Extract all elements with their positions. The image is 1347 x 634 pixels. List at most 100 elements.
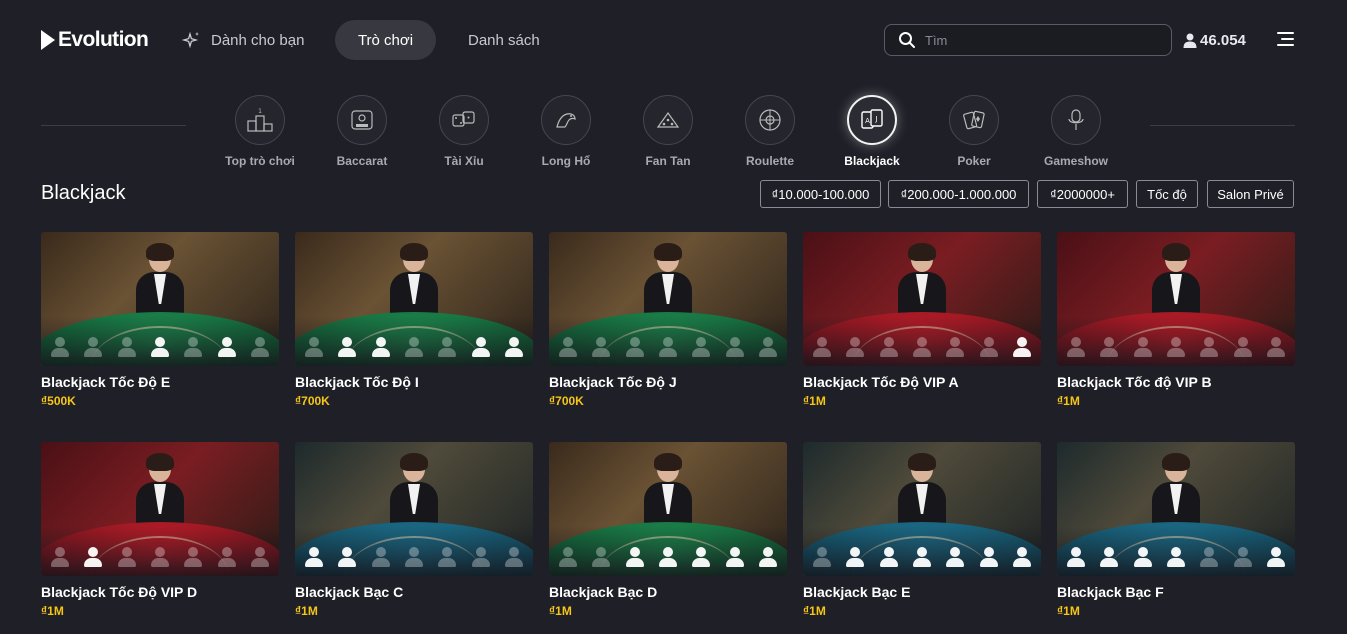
game-tile[interactable]: Blackjack Bạc D ₫1M: [549, 442, 787, 618]
seat-icon: [657, 336, 679, 358]
game-thumbnail[interactable]: [549, 442, 787, 576]
seat-icon: [757, 546, 779, 568]
seat-icon: [690, 546, 712, 568]
seat-icon: [1132, 546, 1154, 568]
nav-for-you-label: Dành cho bạn: [211, 31, 305, 49]
game-thumbnail[interactable]: [1057, 442, 1295, 576]
fan-tan-icon: [656, 111, 680, 128]
seat-row: [557, 546, 779, 568]
game-thumbnail[interactable]: [295, 442, 533, 576]
seat-icon: [624, 546, 646, 568]
svg-text:J: J: [874, 115, 877, 123]
game-name: Blackjack Tốc Độ VIP D: [41, 584, 198, 600]
game-tile[interactable]: Blackjack Bạc E ₫1M: [803, 442, 1041, 618]
category-long-hổ[interactable]: Long Hổ: [516, 95, 616, 168]
seat-row: [49, 546, 271, 568]
svg-text:A: A: [865, 117, 870, 125]
dragon-tiger-icon: [556, 113, 576, 128]
category-poker[interactable]: Poker: [924, 95, 1024, 168]
search-input[interactable]: [925, 32, 1155, 48]
balance[interactable]: 46.054: [1183, 30, 1246, 50]
game-tile[interactable]: Blackjack Tốc Độ J ₫700K: [549, 232, 787, 408]
seat-icon: [336, 546, 358, 568]
game-tile[interactable]: Blackjack Bạc C ₫1M: [295, 442, 533, 618]
cards-icon: AJ: [861, 109, 883, 129]
game-name: Blackjack Bạc E: [803, 584, 911, 600]
seat-row: [1065, 336, 1287, 358]
category-gameshow[interactable]: Gameshow: [1026, 95, 1126, 168]
category-label: Tài Xỉu: [444, 154, 484, 168]
game-tile[interactable]: Blackjack Tốc độ VIP B ₫1M: [1057, 232, 1295, 408]
filter-chip[interactable]: Tốc độ: [1136, 180, 1198, 208]
filter-chip[interactable]: Salon Privé: [1207, 180, 1294, 208]
seat-icon: [978, 336, 1000, 358]
game-thumbnail[interactable]: [1057, 232, 1295, 366]
seat-icon: [557, 336, 579, 358]
dice-icon: [452, 111, 475, 127]
game-name: Blackjack Tốc Độ VIP A: [803, 374, 959, 390]
seat-icon: [978, 546, 1000, 568]
seat-icon: [1165, 336, 1187, 358]
filter-chip[interactable]: ₫10.000-100.000: [760, 180, 881, 208]
category-roulette[interactable]: Roulette: [720, 95, 820, 168]
seat-icon: [944, 546, 966, 568]
seat-icon: [1265, 546, 1287, 568]
game-tile[interactable]: Blackjack Tốc Độ I ₫700K: [295, 232, 533, 408]
evolution-logo[interactable]: Evolution: [41, 28, 149, 52]
game-thumbnail[interactable]: [41, 232, 279, 366]
game-thumbnail[interactable]: [41, 442, 279, 576]
seat-icon: [1265, 336, 1287, 358]
microphone-icon: [1068, 109, 1084, 130]
category-blackjack[interactable]: A J Blackjack: [822, 95, 922, 168]
game-tile[interactable]: Blackjack Bạc F ₫1M: [1057, 442, 1295, 618]
category-label: Roulette: [746, 154, 794, 168]
category-circle: [337, 95, 387, 145]
seat-icon: [82, 546, 104, 568]
seat-icon: [82, 336, 104, 358]
category-circle: [949, 95, 999, 145]
game-thumbnail[interactable]: [803, 232, 1041, 366]
seat-icon: [436, 546, 458, 568]
game-name: Blackjack Bạc F: [1057, 584, 1164, 600]
seat-icon: [1232, 336, 1254, 358]
category-baccarat[interactable]: Baccarat: [312, 95, 412, 168]
seat-icon: [149, 336, 171, 358]
seat-icon: [844, 546, 866, 568]
seat-row: [811, 336, 1033, 358]
search-box[interactable]: [884, 24, 1172, 56]
seat-icon: [249, 546, 271, 568]
category-circle: [541, 95, 591, 145]
game-tile[interactable]: Blackjack Tốc Độ VIP D ₫1M: [41, 442, 279, 618]
seat-icon: [1198, 546, 1220, 568]
seat-icon: [878, 336, 900, 358]
nav-for-you[interactable]: Dành cho bạn: [182, 20, 304, 60]
menu-icon[interactable]: [1277, 32, 1294, 46]
game-tile[interactable]: Blackjack Tốc Độ E ₫500K: [41, 232, 279, 408]
seat-icon: [182, 546, 204, 568]
game-thumbnail[interactable]: [295, 232, 533, 366]
seat-icon: [436, 336, 458, 358]
filter-chip[interactable]: ₫2000000+: [1037, 180, 1128, 208]
seat-icon: [911, 336, 933, 358]
nav-games-tab[interactable]: Trò chơi: [335, 20, 436, 60]
svg-text:1: 1: [258, 108, 262, 115]
game-limit: ₫700K: [295, 394, 330, 408]
seat-row: [303, 546, 525, 568]
filter-chip[interactable]: ₫200.000-1.000.000: [888, 180, 1029, 208]
category-tài-xỉu[interactable]: Tài Xỉu: [414, 95, 514, 168]
roulette-icon: [759, 109, 781, 131]
game-thumbnail[interactable]: [803, 442, 1041, 576]
game-thumbnail[interactable]: [549, 232, 787, 366]
category-top-trò-chơi[interactable]: 1 Top trò chơi: [210, 95, 310, 168]
category-divider-right: [1150, 125, 1295, 126]
seat-icon: [911, 546, 933, 568]
seat-icon: [249, 336, 271, 358]
seat-icon: [557, 546, 579, 568]
seat-icon: [1065, 336, 1087, 358]
category-circle: [439, 95, 489, 145]
category-fan-tan[interactable]: Fan Tan: [618, 95, 718, 168]
seat-icon: [844, 336, 866, 358]
nav-list-tab[interactable]: Danh sách: [468, 20, 540, 60]
game-limit: ₫1M: [41, 604, 64, 618]
game-tile[interactable]: Blackjack Tốc Độ VIP A ₫1M: [803, 232, 1041, 408]
